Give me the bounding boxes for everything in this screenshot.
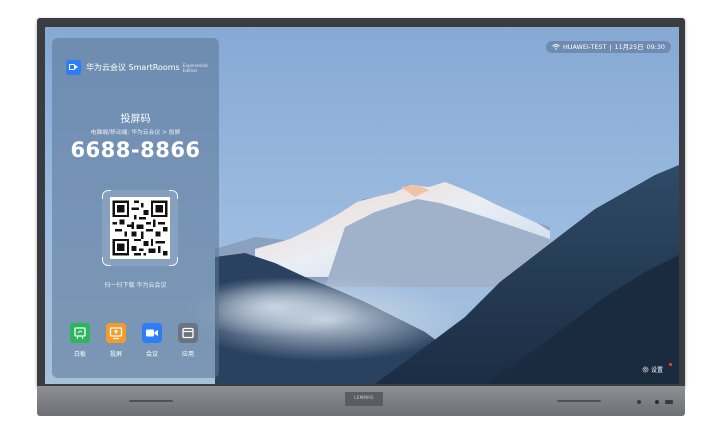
whiteboard-icon bbox=[70, 323, 90, 343]
usb-port bbox=[665, 400, 673, 404]
speaker-grille bbox=[557, 400, 601, 402]
network-name: HUAWEI-TEST bbox=[563, 43, 607, 51]
app-label: 会议 bbox=[145, 351, 158, 358]
display-bottom-bar: LEMMRO bbox=[37, 386, 685, 416]
brand-header: 华为云会议 SmartRooms Experiential Edition bbox=[66, 60, 213, 75]
huawei-cloud-meeting-logo-icon bbox=[66, 60, 81, 75]
app-label: 白板 bbox=[73, 351, 86, 358]
share-code: 6688-8866 bbox=[70, 138, 201, 162]
qr-corner bbox=[169, 190, 178, 199]
time-text: 09:30 bbox=[646, 43, 665, 51]
app-applications[interactable]: 应用 bbox=[174, 323, 202, 358]
gear-icon bbox=[642, 366, 649, 373]
qr-code-frame bbox=[102, 190, 178, 266]
display-screen: HUAWEI-TEST | 11月25日 09:30 华为云会议 SmartRo… bbox=[45, 27, 679, 384]
qr-code[interactable] bbox=[110, 197, 170, 259]
brand-edition: Experiential Edition bbox=[182, 62, 208, 73]
apps-icon bbox=[178, 323, 198, 343]
app-dock: 白板 投屏 会议 应用 bbox=[66, 323, 206, 363]
status-bar: HUAWEI-TEST | 11月25日 09:30 bbox=[546, 41, 671, 53]
power-button[interactable] bbox=[637, 400, 641, 404]
separator: | bbox=[609, 43, 612, 51]
share-code-title: 投屏码 bbox=[120, 114, 151, 125]
speaker-grille bbox=[129, 400, 173, 402]
share-code-subtitle: 电脑端/移动端: 华为云会议 > 投屏 bbox=[90, 130, 181, 136]
screen-share-icon bbox=[106, 323, 126, 343]
date-text: 11月25日 bbox=[614, 43, 644, 51]
device-logo: LEMMRO bbox=[354, 395, 374, 400]
meeting-panel: 华为云会议 SmartRooms Experiential Edition 投屏… bbox=[52, 38, 219, 378]
wifi-icon bbox=[552, 44, 560, 50]
notification-dot bbox=[669, 363, 672, 366]
device-logo-plate: LEMMRO bbox=[345, 392, 383, 406]
app-label: 投屏 bbox=[109, 351, 122, 358]
app-whiteboard[interactable]: 白板 bbox=[66, 323, 94, 358]
brand-name: 华为云会议 SmartRooms bbox=[86, 63, 180, 72]
app-screen-share[interactable]: 投屏 bbox=[102, 323, 130, 358]
video-meeting-icon bbox=[142, 323, 162, 343]
sensor-dot bbox=[655, 400, 659, 404]
app-label: 应用 bbox=[181, 351, 194, 358]
settings-button[interactable]: 设置 bbox=[642, 365, 663, 374]
qr-corner bbox=[169, 257, 178, 266]
settings-label: 设置 bbox=[651, 367, 664, 374]
qr-caption: 扫一扫下载 华为云会议 bbox=[104, 282, 167, 289]
app-meeting[interactable]: 会议 bbox=[138, 323, 166, 358]
